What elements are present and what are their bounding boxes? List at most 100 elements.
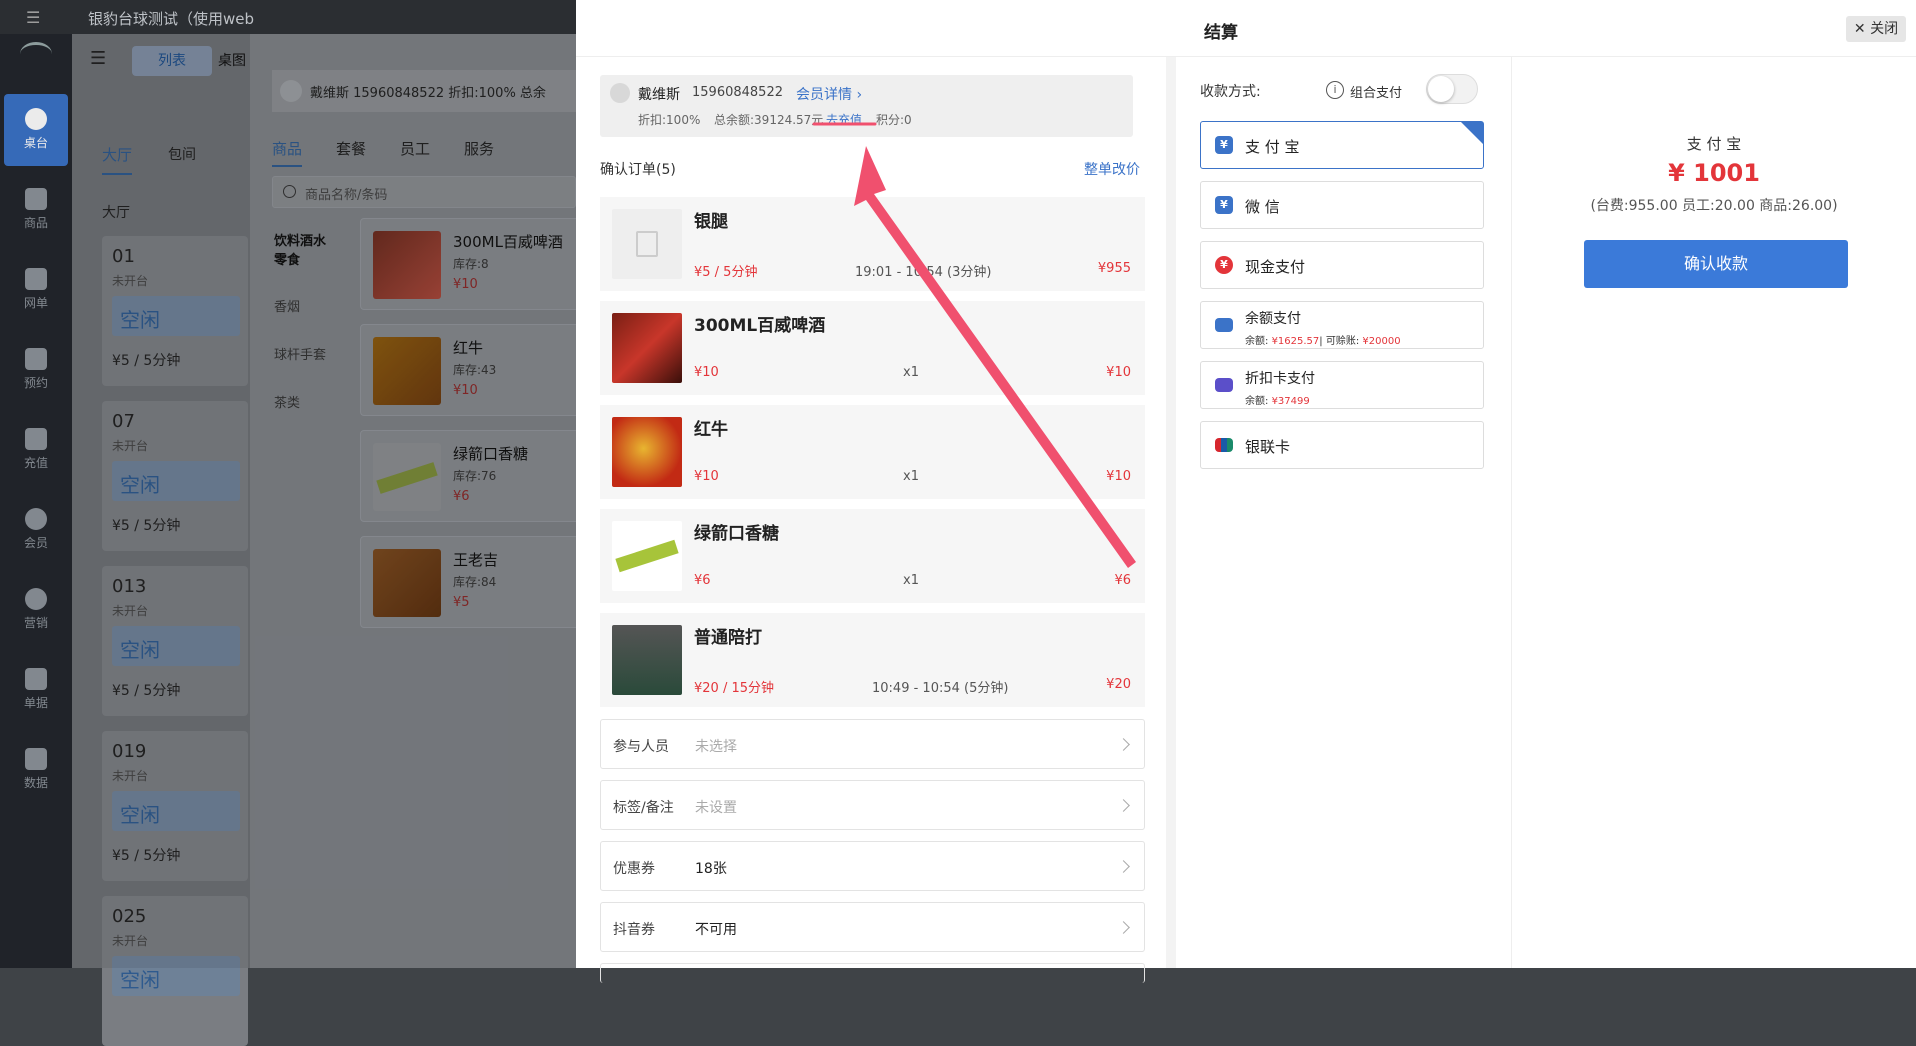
recharge-icon xyxy=(25,428,47,450)
cash-icon: ¥ xyxy=(1215,256,1233,274)
payment-alipay[interactable]: ¥ 支 付 宝 xyxy=(1200,121,1484,169)
search-input[interactable]: 商品名称/条码 xyxy=(272,176,576,208)
payment-balance[interactable]: 余额支付 余额: ¥1625.57| 可赊账: ¥20000 xyxy=(1200,301,1484,349)
category-cigarettes[interactable]: 香烟 xyxy=(274,296,300,315)
recharge-link[interactable]: 去充值 xyxy=(826,111,862,128)
combo-pay-toggle[interactable] xyxy=(1426,74,1478,104)
category-cues[interactable]: 球杆手套 xyxy=(274,344,326,363)
payment-name: 折扣卡支付 xyxy=(1245,371,1315,387)
table-number: 01 xyxy=(112,246,135,267)
nav-online-orders[interactable]: 网单 xyxy=(0,254,72,326)
info-icon[interactable]: i xyxy=(1326,81,1344,99)
order-item[interactable]: 红牛 ¥10 x1 ¥10 xyxy=(600,405,1145,499)
goods-card[interactable]: 绿箭口香糖 库存:76 ¥6 xyxy=(360,430,580,522)
order-item[interactable]: 300ML百威啤酒 ¥10 x1 ¥10 xyxy=(600,301,1145,395)
table-price: ¥5 / 5分钟 xyxy=(112,353,181,369)
menu-icon[interactable]: ☰ xyxy=(26,8,40,27)
member-name: 戴维斯 xyxy=(638,87,680,103)
table-icon xyxy=(25,108,47,130)
payment-cash[interactable]: ¥ 现金支付 xyxy=(1200,241,1484,289)
checkout-modal: 结算 ✕ 关闭 戴维斯 15960848522 会员详情 › 折扣:100% 总… xyxy=(576,0,1916,983)
nav-label: 充值 xyxy=(23,456,48,470)
nav-tables[interactable]: 桌台 xyxy=(4,94,68,166)
row-label: 抖音券 xyxy=(613,922,655,938)
category-tea[interactable]: 茶类 xyxy=(274,392,300,411)
nav-label: 商品 xyxy=(23,216,48,230)
nav-marketing[interactable]: 营销 xyxy=(0,574,72,646)
table-card[interactable]: 025 未开台 空闲 xyxy=(102,896,248,1046)
item-name: 银腿 xyxy=(694,212,728,232)
order-item[interactable]: 普通陪打 ¥20 / 15分钟 10:49 - 10:54 (5分钟) ¥20 xyxy=(600,613,1145,707)
table-card[interactable]: 07 未开台 空闲 ¥5 / 5分钟 xyxy=(102,401,248,551)
payment-summary-column: 支 付 宝 ¥ 1001 (台费:955.00 员工:20.00 商品:26.0… xyxy=(1512,57,1916,968)
nav-goods[interactable]: 商品 xyxy=(0,174,72,246)
nav-data[interactable]: 数据 xyxy=(0,734,72,806)
amount-breakdown: (台费:955.00 员工:20.00 商品:26.00) xyxy=(1590,198,1838,214)
goods-stock: 库存:8 xyxy=(453,257,489,271)
goods-price: ¥10 xyxy=(453,383,478,398)
goods-name: 300ML百威啤酒 xyxy=(453,233,563,251)
payment-discount-card[interactable]: 折扣卡支付 余额: ¥37499 xyxy=(1200,361,1484,409)
document-icon xyxy=(25,268,47,290)
goods-icon xyxy=(25,188,47,210)
tab-services[interactable]: 服务 xyxy=(464,138,494,159)
member-discount: 折扣:100% xyxy=(638,113,701,127)
tab-packages[interactable]: 套餐 xyxy=(336,138,366,159)
search-icon xyxy=(283,185,296,198)
tab-rooms[interactable]: 包间 xyxy=(168,144,196,164)
logo-icon xyxy=(20,42,52,66)
goods-card[interactable]: 王老吉 库存:84 ¥5 xyxy=(360,536,580,628)
member-detail-link[interactable]: 会员详情 › xyxy=(796,84,862,104)
item-price: ¥6 xyxy=(694,573,711,588)
tags-notes-row[interactable]: 标签/备注 未设置 xyxy=(600,780,1145,830)
modal-title: 结算 xyxy=(1204,23,1238,43)
goods-stock: 库存:84 xyxy=(453,575,497,589)
participants-row[interactable]: 参与人员 未选择 xyxy=(600,719,1145,769)
table-card[interactable]: 013 未开台 空闲 ¥5 / 5分钟 xyxy=(102,566,248,716)
order-item[interactable]: 绿箭口香糖 ¥6 x1 ¥6 xyxy=(600,509,1145,603)
tab-hall[interactable]: 大厅 xyxy=(102,144,133,175)
redbull-image xyxy=(373,337,441,405)
nav-label: 会员 xyxy=(23,536,48,550)
goods-panel: 戴维斯 15960848522 折扣:100% 总余 商品 套餐 员工 服务 商… xyxy=(250,34,580,968)
table-status: 未开台 xyxy=(112,604,149,618)
table-number: 07 xyxy=(112,411,135,432)
list-icon xyxy=(25,668,47,690)
goods-card[interactable]: 红牛 库存:43 ¥10 xyxy=(360,324,580,416)
tab-table-map[interactable]: 桌图 xyxy=(212,46,252,76)
payment-unionpay[interactable]: 银联卡 xyxy=(1200,421,1484,469)
table-price: ¥5 / 5分钟 xyxy=(112,848,181,864)
item-total: ¥10 xyxy=(1106,469,1131,484)
order-item[interactable]: 银腿 ¥5 / 5分钟 19:01 - 10:54 (3分钟) ¥955 xyxy=(600,197,1145,291)
chevron-right-icon xyxy=(1117,799,1130,812)
table-card[interactable]: 01 未开台 空闲 ¥5 / 5分钟 xyxy=(102,236,248,386)
nav-members[interactable]: 会员 xyxy=(0,494,72,566)
avatar xyxy=(610,83,630,103)
item-name: 普通陪打 xyxy=(694,628,762,648)
goods-card[interactable]: 300ML百威啤酒 库存:8 ¥10 xyxy=(360,218,580,310)
item-price: ¥20 / 15分钟 xyxy=(694,681,774,696)
tab-list[interactable]: 列表 xyxy=(132,46,212,76)
search-placeholder: 商品名称/条码 xyxy=(305,188,388,203)
payment-wechat[interactable]: ¥ 微 信 xyxy=(1200,181,1484,229)
collapse-icon[interactable]: ☰ xyxy=(90,48,106,69)
table-card[interactable]: 019 未开台 空闲 ¥5 / 5分钟 xyxy=(102,731,248,881)
total-amount: ¥ 1001 xyxy=(1668,159,1760,187)
wechat-pay-icon: ¥ xyxy=(1215,196,1233,214)
more-row xyxy=(600,963,1145,983)
tab-goods[interactable]: 商品 xyxy=(272,138,303,167)
nav-recharge[interactable]: 充值 xyxy=(0,414,72,486)
coupons-row[interactable]: 优惠券 18张 xyxy=(600,841,1145,891)
reprice-button[interactable]: 整单改价 xyxy=(1084,159,1140,179)
member-card: 戴维斯 15960848522 会员详情 › 折扣:100% 总余额:39124… xyxy=(600,75,1133,137)
staff-photo xyxy=(612,625,682,695)
row-value: 未选择 xyxy=(695,739,737,755)
nav-booking[interactable]: 预约 xyxy=(0,334,72,406)
close-button[interactable]: ✕ 关闭 xyxy=(1846,16,1906,42)
douyin-coupon-row[interactable]: 抖音券 不可用 xyxy=(600,902,1145,952)
confirm-payment-button[interactable]: 确认收款 xyxy=(1584,240,1848,288)
nav-bills[interactable]: 单据 xyxy=(0,654,72,726)
tab-staff[interactable]: 员工 xyxy=(400,138,430,159)
category-drinks[interactable]: 饮料酒水零食 xyxy=(274,230,334,268)
balance-info: 余额: ¥1625.57| 可赊账: ¥20000 xyxy=(1245,332,1401,347)
